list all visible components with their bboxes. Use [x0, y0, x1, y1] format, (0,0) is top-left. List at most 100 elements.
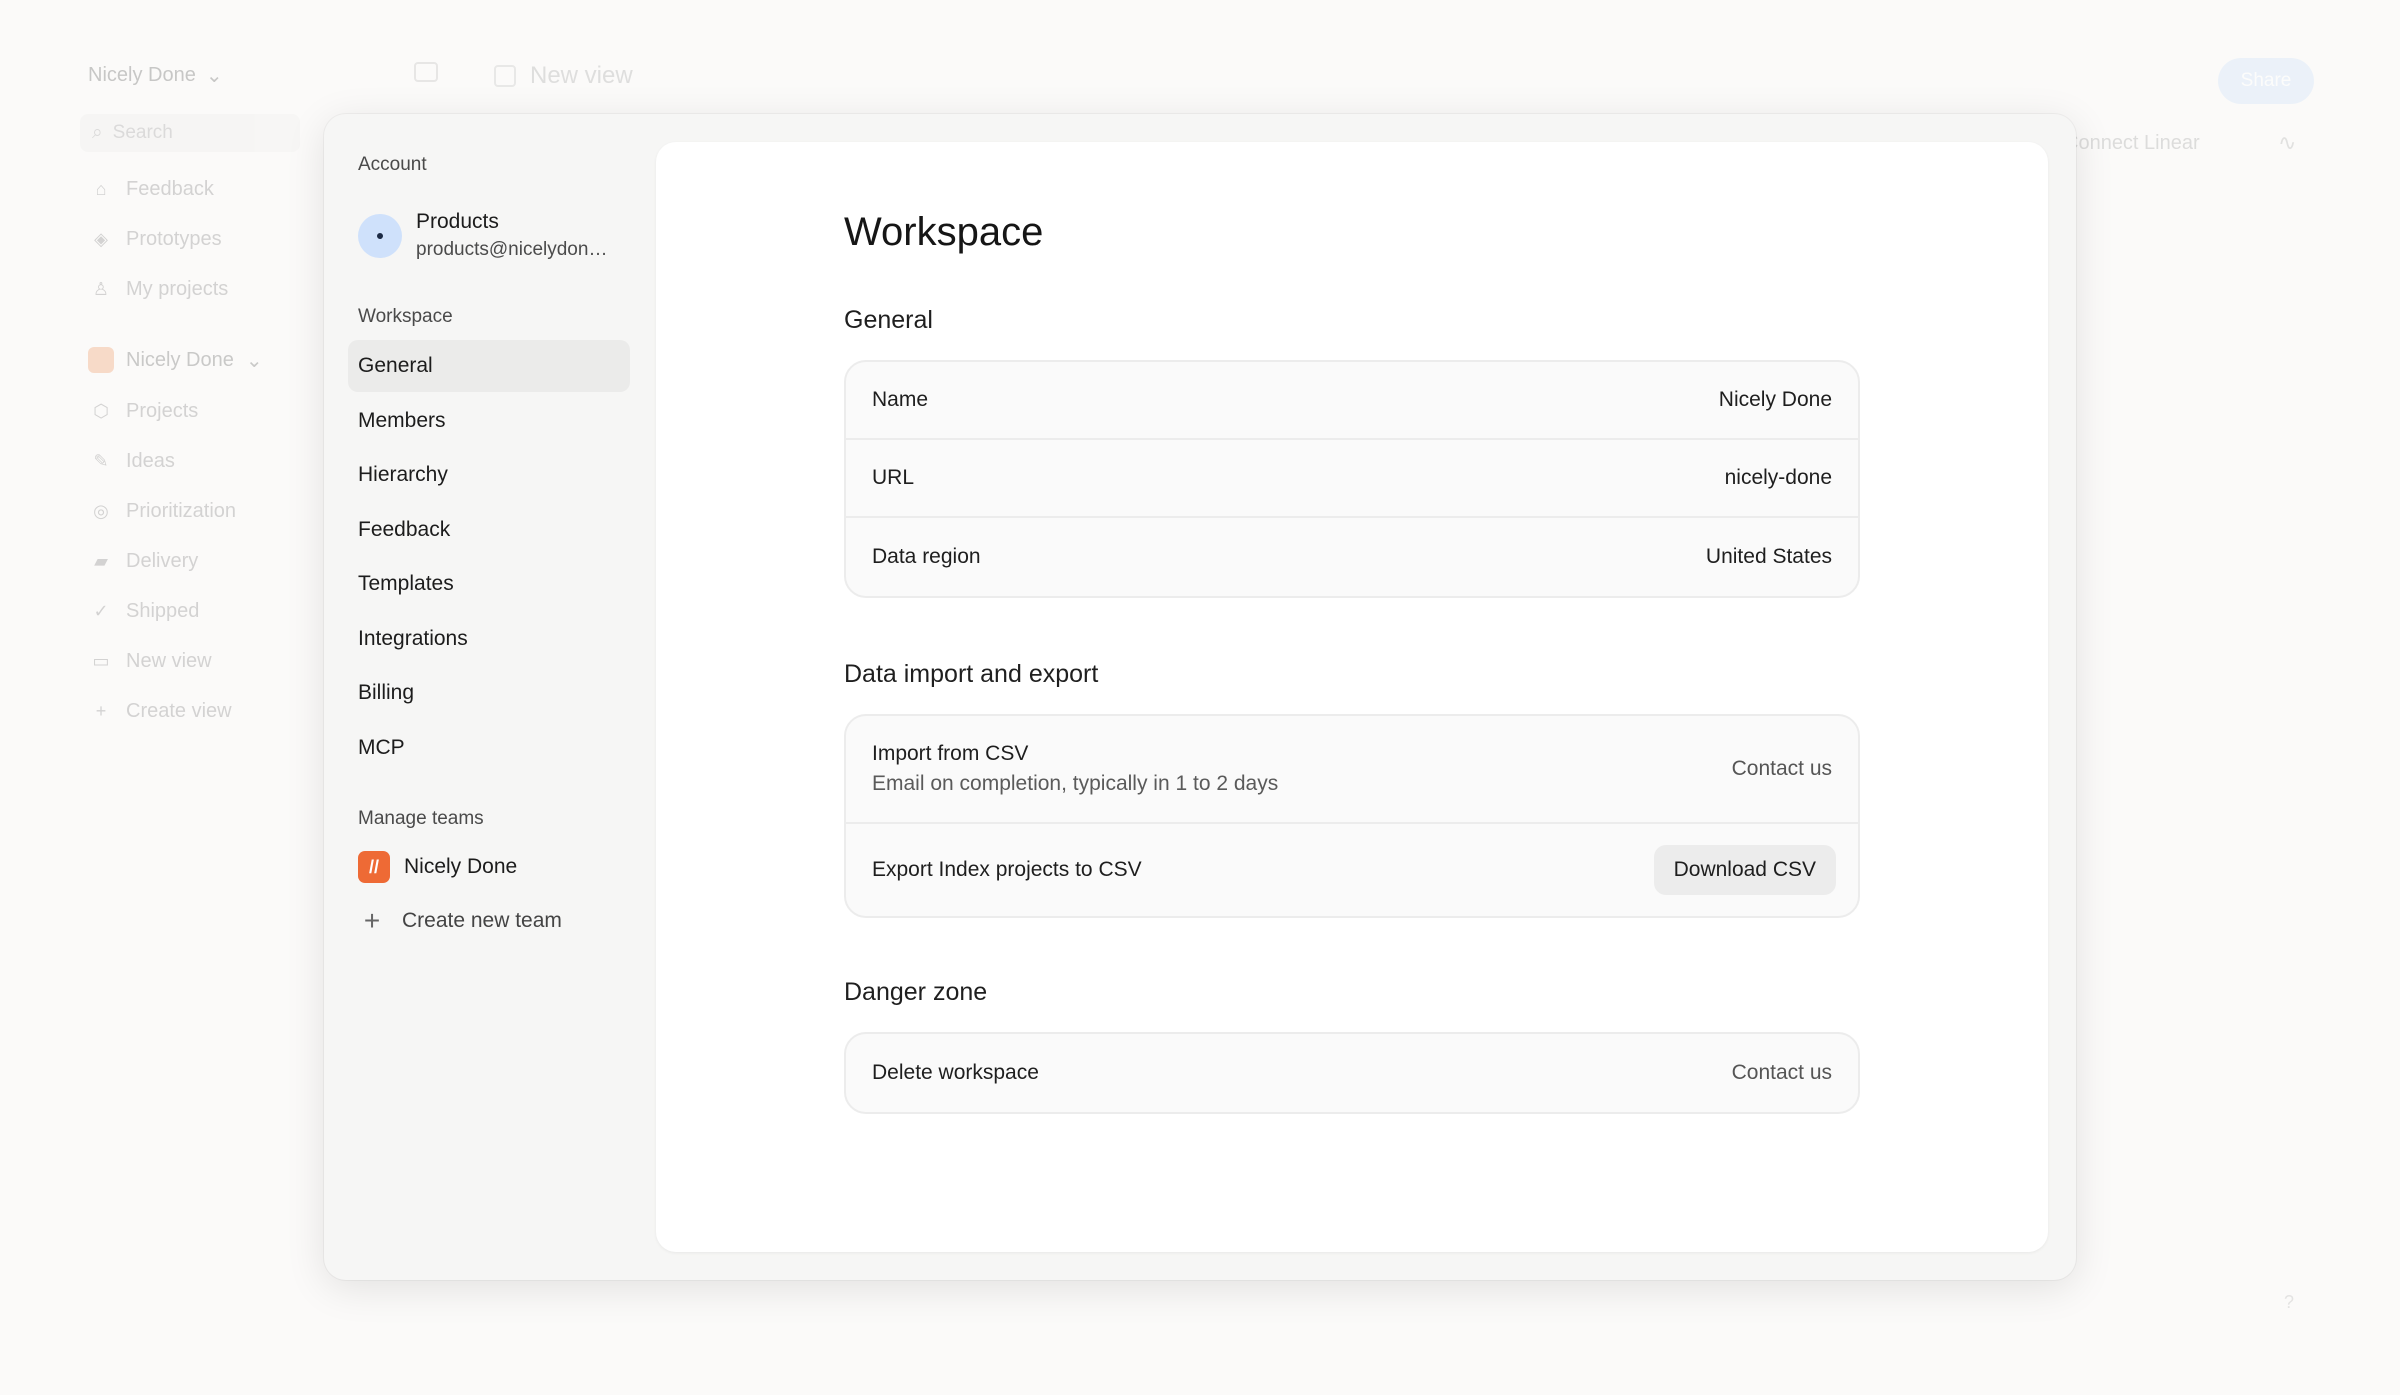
background-connect-linear: Connect Linear: [2064, 132, 2200, 155]
team-item-nicely-done[interactable]: // Nicely Done: [348, 840, 630, 894]
nav-item-mcp[interactable]: MCP: [348, 722, 630, 774]
background-team-create-view: + Create view: [80, 686, 300, 736]
data-import-export-card: Import from CSV Email on completion, typ…: [844, 714, 1860, 918]
general-heading: General: [844, 306, 933, 334]
background-team-shipped: ✓ Shipped: [80, 586, 300, 636]
plus-icon: +: [363, 905, 381, 936]
background-nav-label: My projects: [126, 277, 229, 300]
search-icon: ⌕: [92, 122, 103, 143]
data-import-export-heading: Data import and export: [844, 660, 1099, 688]
data-region-row: Data region United States: [846, 518, 1858, 596]
export-csv-label: Export Index projects to CSV: [872, 858, 1142, 881]
background-team-label: New view: [126, 649, 212, 672]
diamond-icon: ◈: [94, 228, 108, 249]
nav-item-members[interactable]: Members: [348, 395, 630, 447]
delete-workspace-row: Delete workspace Contact us: [846, 1034, 1858, 1112]
workspace-url-row[interactable]: URL nicely-done: [846, 440, 1858, 518]
truck-icon: ▰: [94, 550, 108, 571]
background-view-title: New view: [494, 62, 633, 90]
background-workspace-switcher: Nicely Done ⌄: [80, 56, 300, 94]
background-team-label: Prioritization: [126, 499, 237, 522]
danger-zone-heading: Danger zone: [844, 978, 988, 1006]
page-title: Workspace: [844, 210, 1044, 254]
background-nav-my-projects: ♙ My projects: [80, 264, 300, 314]
workspace-heading: Workspace: [358, 306, 453, 327]
account-name: Products: [416, 210, 499, 233]
manage-teams-heading: Manage teams: [358, 808, 484, 829]
delete-workspace-label: Delete workspace: [872, 1061, 1039, 1084]
background-workspace-name: Nicely Done: [88, 63, 196, 86]
cube-icon: ⬡: [93, 400, 109, 421]
import-csv-label: Import from CSV: [872, 742, 1029, 765]
inbox-icon: ⌂: [95, 178, 107, 199]
background-search: ⌕ Search: [80, 114, 300, 152]
background-team-name: Nicely Done: [126, 348, 234, 371]
account-heading: Account: [358, 154, 427, 175]
sparkle-icon: ✎: [93, 450, 109, 471]
avatar-dot: [377, 233, 383, 239]
background-nav-label: Prototypes: [126, 227, 222, 250]
team-logo-icon: [88, 347, 114, 373]
background-share-button: Share: [2218, 58, 2314, 104]
row-label: Name: [872, 388, 929, 411]
general-card: Name Nicely Done URL nicely-done Data re…: [844, 360, 1860, 598]
settings-content: Workspace General Name Nicely Done URL n…: [656, 142, 2048, 1252]
nav-item-integrations[interactable]: Integrations: [348, 613, 630, 665]
background-team-new-view: ▭ New view: [80, 636, 300, 686]
calendar-icon: ▭: [92, 650, 110, 671]
background-view-title-text: New view: [530, 62, 633, 89]
background-team-projects: ⬡ Projects: [80, 386, 300, 436]
create-team-label: Create new team: [402, 909, 562, 932]
background-connect-linear-label: Connect Linear: [2064, 132, 2200, 154]
user-icon: ♙: [92, 278, 110, 299]
nav-item-templates[interactable]: Templates: [348, 558, 630, 610]
nav-item-hierarchy[interactable]: Hierarchy: [348, 449, 630, 501]
row-value: nicely-done: [1724, 466, 1832, 489]
background-team-label: Delivery: [126, 549, 199, 572]
import-csv-row: Import from CSV Email on completion, typ…: [846, 716, 1858, 824]
nav-item-general[interactable]: General: [348, 340, 630, 392]
background-nav-label: Feedback: [126, 177, 214, 200]
workspace-name-row[interactable]: Name Nicely Done: [846, 362, 1858, 440]
download-csv-button[interactable]: Download CSV: [1653, 845, 1836, 895]
team-item-label: Nicely Done: [404, 855, 518, 878]
avatar: [358, 214, 402, 258]
background-team-label: Ideas: [126, 449, 175, 472]
background-team-ideas: ✎ Ideas: [80, 436, 300, 486]
import-contact-us-link[interactable]: Contact us: [1732, 757, 1832, 781]
target-icon: ◎: [93, 500, 109, 521]
activity-icon: ∿: [2278, 130, 2297, 155]
account-profile[interactable]: Products products@nicelydone.club: [348, 198, 630, 274]
background-sidebar: Nicely Done ⌄ ⌕ Search ⌂ Feedback ◈ Protot…: [80, 56, 300, 736]
create-team-button[interactable]: + Create new team: [348, 894, 630, 948]
background-team-label: Create view: [126, 699, 232, 722]
calendar-icon: [494, 65, 516, 87]
import-csv-sublabel: Email on completion, typically in 1 to 2…: [872, 772, 1279, 795]
background-search-placeholder: Search: [112, 122, 173, 143]
nav-item-feedback[interactable]: Feedback: [348, 504, 630, 556]
background-team-delivery: ▰ Delivery: [80, 536, 300, 586]
row-label: URL: [872, 466, 915, 489]
background-nav-prototypes: ◈ Prototypes: [80, 214, 300, 264]
row-value: Nicely Done: [1718, 388, 1832, 411]
nav-item-billing[interactable]: Billing: [348, 667, 630, 719]
background-team-label: Shipped: [126, 599, 200, 622]
sidebar-toggle-icon: [414, 62, 438, 82]
account-email: products@nicelydone.club: [416, 239, 616, 260]
plus-icon: +: [95, 700, 107, 721]
background-team-label: Projects: [126, 399, 199, 422]
danger-zone-card: Delete workspace Contact us: [844, 1032, 1860, 1114]
settings-nav: Account Products products@nicelydone.clu…: [324, 114, 654, 1280]
chevron-down-icon: ⌄: [205, 64, 223, 87]
row-label: Data region: [872, 545, 981, 568]
background-nav-feedback: ⌂ Feedback: [80, 164, 300, 214]
delete-contact-us-link[interactable]: Contact us: [1732, 1061, 1832, 1085]
team-logo-icon: //: [358, 851, 390, 883]
check-icon: ✓: [93, 600, 109, 621]
background-team-prioritization: ◎ Prioritization: [80, 486, 300, 536]
background-team-header: Nicely Done ⌄: [80, 334, 300, 386]
export-csv-row: Export Index projects to CSV Download CS…: [846, 824, 1858, 916]
background-help-icon: ?: [2284, 1292, 2295, 1312]
chevron-down-icon: ⌄: [245, 349, 263, 372]
row-value: United States: [1705, 545, 1832, 568]
